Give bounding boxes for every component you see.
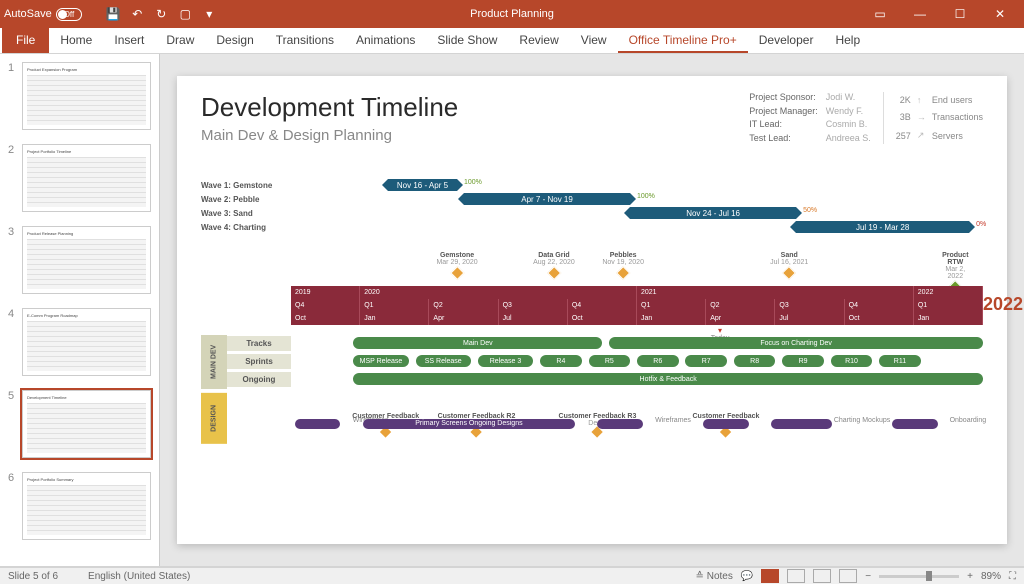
sorter-view-icon[interactable] bbox=[787, 569, 805, 583]
zoom-level[interactable]: 89% bbox=[981, 571, 1001, 582]
notes-button[interactable]: ≙ Notes bbox=[696, 571, 733, 582]
ribbon-tab-animations[interactable]: Animations bbox=[345, 27, 426, 53]
ribbon-tab-view[interactable]: View bbox=[570, 27, 618, 53]
big-year-label: 2022 bbox=[983, 294, 1023, 315]
titlebar: AutoSave Off 💾 ↶ ↻ ▢ ▾ Product Planning … bbox=[0, 0, 1024, 28]
current-slide[interactable]: Development Timeline Main Dev & Design P… bbox=[177, 76, 1007, 544]
close-icon[interactable]: ✕ bbox=[980, 0, 1020, 28]
ribbon-tab-design[interactable]: Design bbox=[205, 27, 264, 53]
ribbon: FileHomeInsertDrawDesignTransitionsAnima… bbox=[0, 28, 1024, 54]
slide-thumbnails[interactable]: 1Product Expansion Program2Project Portf… bbox=[0, 54, 160, 566]
ribbon-tab-transitions[interactable]: Transitions bbox=[265, 27, 345, 53]
roles-block: Project Sponsor:Jodi W.Project Manager:W… bbox=[749, 92, 871, 144]
ribbon-tab-draw[interactable]: Draw bbox=[155, 27, 205, 53]
slideshow-view-icon[interactable] bbox=[839, 569, 857, 583]
thumb-3[interactable]: Product Release Planning bbox=[22, 226, 151, 294]
ribbon-tab-office-timeline-pro-[interactable]: Office Timeline Pro+ bbox=[618, 27, 748, 53]
start-slideshow-icon[interactable]: ▢ bbox=[178, 7, 192, 21]
maximize-icon[interactable]: ☐ bbox=[940, 0, 980, 28]
design-section: DESIGN Customer FeedbackMar 2Customer Fe… bbox=[201, 393, 983, 444]
ribbon-tab-review[interactable]: Review bbox=[508, 27, 569, 53]
slide-counter: Slide 5 of 6 bbox=[8, 571, 58, 582]
minimize-icon[interactable]: — bbox=[900, 0, 940, 28]
design-label: DESIGN bbox=[201, 393, 227, 444]
ribbon-tab-help[interactable]: Help bbox=[824, 27, 871, 53]
redo-icon[interactable]: ↻ bbox=[154, 7, 168, 21]
qat-more-icon[interactable]: ▾ bbox=[202, 7, 216, 21]
ribbon-tab-file[interactable]: File bbox=[2, 27, 49, 53]
thumb-2[interactable]: Project Portfolio Timeline bbox=[22, 144, 151, 212]
ribbon-tab-developer[interactable]: Developer bbox=[748, 27, 825, 53]
ribbon-tab-insert[interactable]: Insert bbox=[103, 27, 155, 53]
waves-chart: Wave 1: GemstoneNov 16 - Apr 5100%Wave 2… bbox=[201, 178, 983, 234]
comments-button[interactable]: 💬 bbox=[741, 571, 753, 582]
ribbon-options-icon[interactable]: ▭ bbox=[860, 0, 900, 28]
maindev-label: MAIN DEV bbox=[201, 335, 227, 389]
save-icon[interactable]: 💾 bbox=[106, 7, 120, 21]
ribbon-tab-home[interactable]: Home bbox=[49, 27, 103, 53]
window-title: Product Planning bbox=[470, 8, 554, 20]
language[interactable]: English (United States) bbox=[88, 571, 190, 582]
thumb-4[interactable]: E-Comm Program Roadmap bbox=[22, 308, 151, 376]
slide-subtitle: Main Dev & Design Planning bbox=[201, 127, 458, 144]
thumb-1[interactable]: Product Expansion Program bbox=[22, 62, 151, 130]
zoom-slider[interactable] bbox=[879, 575, 959, 578]
slide-stage: Development Timeline Main Dev & Design P… bbox=[160, 54, 1024, 566]
reading-view-icon[interactable] bbox=[813, 569, 831, 583]
milestones-row: GemstoneMar 29, 2020Data GridAug 22, 202… bbox=[291, 252, 983, 282]
autosave-toggle[interactable]: AutoSave Off bbox=[4, 8, 96, 21]
time-axis: 2019202020212022 Q4Q1Q2Q3Q4Q1Q2Q3Q4Q1 Oc… bbox=[291, 286, 983, 325]
normal-view-icon[interactable] bbox=[761, 569, 779, 583]
fit-to-window-icon[interactable]: ⛶ bbox=[1009, 571, 1016, 582]
thumb-6[interactable]: Project Portfolio Summary bbox=[22, 472, 151, 540]
status-bar: Slide 5 of 6 English (United States) ≙ N… bbox=[0, 567, 1024, 584]
slide-title: Development Timeline bbox=[201, 92, 458, 123]
stats-block: 2K↑End users3B→Transactions257↗Servers bbox=[896, 92, 983, 144]
maindev-section: MAIN DEV TracksMain DevFocus on Charting… bbox=[201, 335, 983, 389]
undo-icon[interactable]: ↶ bbox=[130, 7, 144, 21]
ribbon-tab-slide-show[interactable]: Slide Show bbox=[426, 27, 508, 53]
thumb-5[interactable]: Development Timeline bbox=[22, 390, 151, 458]
